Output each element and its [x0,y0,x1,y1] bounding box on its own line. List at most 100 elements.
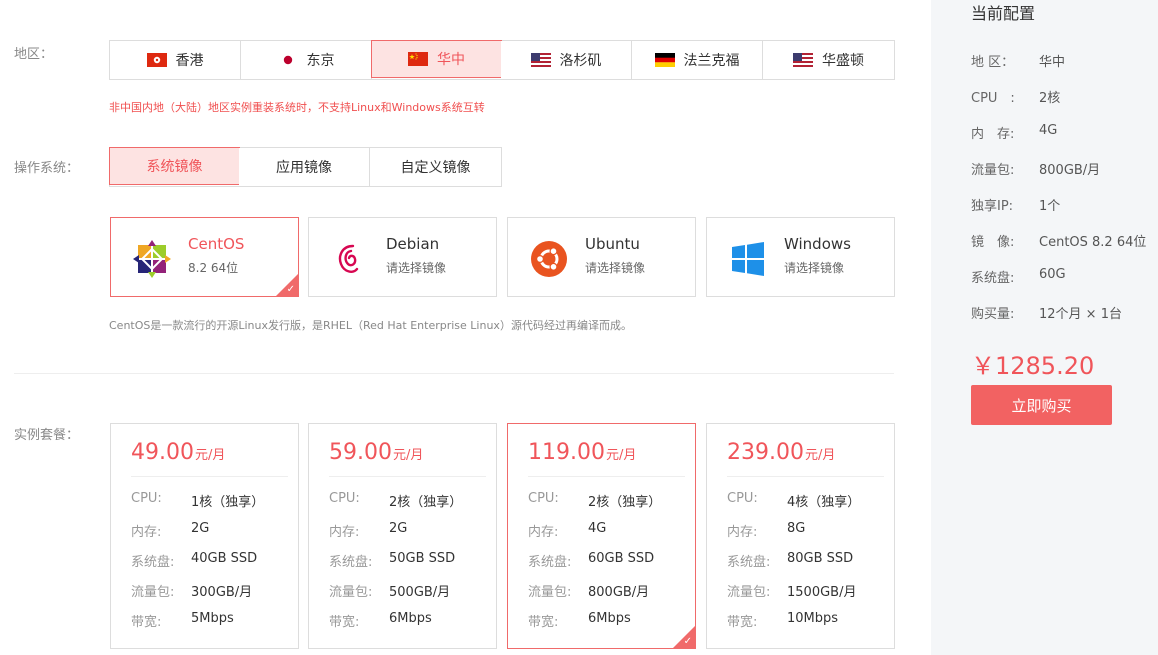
summary-key: 独享IP: [971,199,1014,214]
region-label: 地区： [14,47,54,62]
summary-key: 地 区： [971,55,1015,70]
os-version: 请选择镜像 [784,261,845,275]
jp-flag-icon [277,53,298,67]
os-version: 8.2 64位 [188,261,239,275]
windows-logo-icon [729,240,767,278]
region-option-huazhong[interactable]: 华中 [371,40,502,78]
os-description: CentOS是一款流行的开源Linux发行版，是RHEL（Red Hat Ent… [109,319,632,332]
tab-system-image[interactable]: 系统镜像 [109,147,240,185]
plan-card[interactable]: 239.00元/月 CPU: 4核（独享） 内存: 8G 系统盘: 80GB SSD 流量包:… [706,423,895,649]
section-divider [14,373,894,374]
centos-logo-icon [133,240,171,278]
summary-title: 当前配置 [971,4,1036,23]
cn-flag-icon [408,52,428,66]
plan-spec-value-bw: 5Mbps [191,611,234,626]
us-flag-icon [530,53,551,67]
os-name: Windows [784,235,851,253]
summary-key: 系统盘: [971,271,1015,286]
plan-spec-value-cpu: 4核（独享） [787,495,861,510]
region-option-tokyo[interactable]: 东京 [241,41,372,79]
tab-custom-image[interactable]: 自定义镜像 [370,148,501,186]
os-name: CentOS [188,235,245,253]
plan-card[interactable]: 119.00元/月 CPU: 2核（独享） 内存: 4G 系统盘: 60GB SSD 流量包:… [507,423,696,649]
plan-spec-label-disk: 系统盘: [329,555,373,570]
plan-price-value: 119.00 [528,440,605,465]
plan-spec-value-cpu: 2核（独享） [389,495,463,510]
region-warning: 非中国内地（大陆）地区实例重装系统时，不支持Linux和Windows系统互转 [109,101,485,114]
plan-price-value: 49.00 [131,440,194,465]
os-version: 请选择镜像 [585,261,646,275]
plan-divider [727,476,884,477]
check-icon: ✓ [286,284,295,295]
summary-value: 华中 [1039,55,1066,70]
plan-spec-label-mem: 内存: [727,525,758,540]
plan-spec-value-mem: 4G [588,521,607,536]
plan-spec-value-bw: 6Mbps [389,611,432,626]
us-flag-icon [793,53,813,67]
summary-key: 内 存: [971,127,1015,142]
plan-spec-label-traffic: 流量包: [528,585,572,600]
plan-spec-label-disk: 系统盘: [528,555,572,570]
hk-flag-icon [146,53,167,67]
plan-spec-label-traffic: 流量包: [329,585,373,600]
os-name: Debian [386,235,440,253]
summary-value: 2核 [1039,91,1061,106]
plan-spec-value-mem: 8G [787,521,806,536]
region-option-losangeles[interactable]: 洛杉矶 [501,41,632,79]
region-option-washington[interactable]: 华盛顿 [763,41,894,79]
plan-spec-label-cpu: CPU: [727,491,758,506]
region-option-hongkong[interactable]: 香港 [110,41,241,79]
summary-key: 流量包: [971,163,1015,178]
plan-card[interactable]: 59.00元/月 CPU: 2核（独享） 内存: 2G 系统盘: 50GB SSD 流量包: 5… [308,423,497,649]
region-name: 东京 [306,53,335,69]
summary-key: 镜 像: [971,235,1015,250]
de-flag-icon [654,53,675,67]
plans-label: 实例套餐： [14,428,80,443]
region-name: 华中 [437,52,465,68]
plan-divider [131,476,288,477]
os-card-debian[interactable]: Debian 请选择镜像 [308,217,497,297]
summary-value: 12个月 × 1台 [1039,307,1122,322]
summary-value: 800GB/月 [1039,163,1101,178]
plan-spec-label-cpu: CPU: [131,491,162,506]
plan-spec-label-cpu: CPU: [329,491,360,506]
region-name: 洛杉矶 [559,53,602,69]
total-price: ￥1285.20 [971,352,1095,380]
region-name: 香港 [175,53,204,69]
plan-price-unit: 元/月 [605,448,637,463]
plan-spec-label-disk: 系统盘: [727,555,771,570]
plan-card[interactable]: 49.00元/月 CPU: 1核（独享） 内存: 2G 系统盘: 40GB SSD 流量包: 3… [110,423,299,649]
plan-spec-value-bw: 10Mbps [787,611,839,626]
summary-key: 购买量: [971,307,1015,322]
plan-spec-label-bw: 带宽: [528,615,559,630]
plan-price: 59.00元/月 [329,440,423,465]
plan-price-value: 59.00 [329,440,392,465]
ubuntu-logo-icon [530,240,568,278]
plan-spec-value-disk: 80GB SSD [787,551,854,566]
plan-price: 239.00元/月 [727,440,835,465]
plan-spec-label-mem: 内存: [329,525,360,540]
plan-price: 49.00元/月 [131,440,225,465]
plan-spec-value-mem: 2G [191,521,210,536]
tab-app-image[interactable]: 应用镜像 [239,148,370,186]
plan-divider [528,476,685,477]
region-selector: 香港 东京 华中 洛杉矶 法兰克福 华盛顿 [109,40,895,80]
os-card-windows[interactable]: Windows 请选择镜像 [706,217,895,297]
plan-spec-value-disk: 40GB SSD [191,551,258,566]
os-version: 请选择镜像 [386,261,447,275]
plan-spec-label-traffic: 流量包: [131,585,175,600]
os-card-ubuntu[interactable]: Ubuntu 请选择镜像 [507,217,696,297]
plan-spec-value-cpu: 1核（独享） [191,495,265,510]
os-label: 操作系统： [14,161,80,176]
plan-price-unit: 元/月 [194,448,226,463]
os-card-centos[interactable]: CentOS 8.2 64位 ✓ [110,217,299,297]
plan-spec-value-disk: 60GB SSD [588,551,655,566]
plan-spec-value-bw: 6Mbps [588,611,631,626]
plan-spec-value-disk: 50GB SSD [389,551,456,566]
region-name: 华盛顿 [822,53,864,69]
order-summary-panel: 当前配置 地 区： 华中 CPU : 2核内 存: 4G 流量包: 800GB/月 独享IP:… [931,0,1158,655]
buy-now-button[interactable]: 立即购买 [971,385,1112,425]
region-option-frankfurt[interactable]: 法兰克福 [632,41,763,79]
plan-spec-label-mem: 内存: [528,525,559,540]
summary-value: 1个 [1039,199,1061,214]
